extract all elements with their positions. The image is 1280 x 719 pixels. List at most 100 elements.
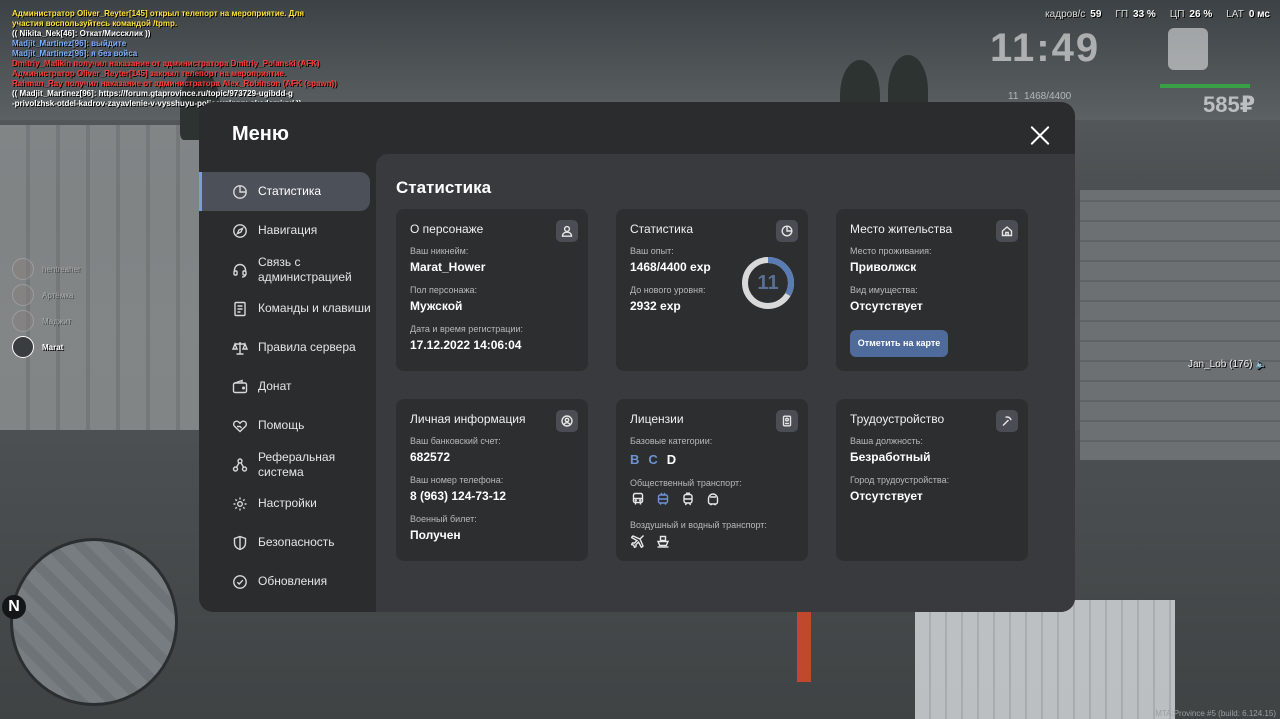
pickaxe-icon (996, 410, 1018, 432)
mark-on-map-button[interactable]: Отметить на карте (850, 330, 948, 357)
voice-name: hentreaher (42, 264, 81, 274)
license-category: B (630, 452, 640, 467)
sidebar-item-rules[interactable]: Правила сервера (199, 328, 375, 367)
compass-icon (232, 223, 248, 239)
personal-info-card: Личная информация Ваш банковский счет: 6… (396, 399, 588, 561)
sidebar-item-statistics[interactable]: Статистика (199, 172, 370, 211)
chat-line: (( Madjit_Martinez[96]: https://forum.gt… (12, 89, 293, 98)
document-icon (232, 301, 248, 317)
air-water-label: Воздушный и водный транспорт: (630, 520, 767, 530)
card-title: Место жительства (850, 222, 953, 236)
statistics-card: Статистика Ваш опыт: 1468/4400 exp До но… (616, 209, 808, 371)
sidebar-item-label: Связь с администрацией (258, 254, 352, 284)
voice-list: hentreaher Артёмка Маджит Marat (12, 256, 81, 360)
shield-icon (232, 535, 248, 551)
voice-row: Артёмка (12, 282, 81, 308)
gear-icon (232, 496, 248, 512)
residence-place-field: Место проживания: Приволжск (850, 246, 932, 274)
chat-log: Администратор Oliver_Reyter[145] открыл … (12, 9, 337, 109)
sidebar-item-settings[interactable]: Настройки (199, 484, 375, 523)
card-title: Личная информация (410, 412, 526, 426)
referral-icon (232, 457, 248, 473)
hud-xp: 11 1468/4400 (1008, 91, 1072, 102)
sidebar-item-commands[interactable]: Команды и клавиши (199, 289, 375, 328)
plane-icon (630, 533, 646, 549)
background-building (1080, 190, 1280, 460)
sidebar-item-label: Безопасность (258, 535, 335, 549)
modal-header: Меню (199, 102, 1075, 154)
fps-stat: кадров/с 59 (1045, 9, 1102, 20)
property-field: Вид имущества: Отсутствует (850, 285, 923, 313)
card-title: Лицензии (630, 412, 684, 426)
character-card: О персонаже Ваш никнейм: Marat_Hower Пол… (396, 209, 588, 371)
hud-clock: 11:49 (990, 26, 1101, 70)
home-icon (996, 220, 1018, 242)
user-circle-icon (556, 410, 578, 432)
license-category: C (648, 452, 658, 467)
license-categories: BCD (630, 452, 676, 467)
voice-row: Маджит (12, 308, 81, 334)
sidebar-item-label: Команды и клавиши (258, 301, 371, 315)
gpu-stat: ГП 33 % (1115, 9, 1156, 20)
registration-field: Дата и время регистрации: 17.12.2022 14:… (410, 324, 523, 352)
sidebar-item-label: Обновления (258, 574, 328, 588)
card-title: Трудоустройство (850, 412, 945, 426)
build-info: MTA:Province #5 (build: 6.124.15) (1155, 709, 1276, 718)
sidebar-item-label: Помощь (258, 418, 305, 432)
public-transport-label: Общественный транспорт: (630, 478, 742, 488)
refresh-icon (232, 574, 248, 590)
fist-icon (1168, 28, 1208, 70)
background-building-bottom (915, 600, 1175, 719)
voice-row: Marat (12, 334, 81, 360)
sidebar-item-security[interactable]: Безопасность (199, 523, 375, 562)
chat-line: участия воспользуйтесь командой /tpmp. (12, 19, 178, 28)
sidebar-item-updates[interactable]: Обновления (199, 562, 375, 601)
boat-icon (655, 533, 671, 549)
page-title: Статистика (396, 178, 492, 197)
hud-money: 585₽ (1202, 92, 1255, 117)
cpu-stat: ЦП 26 % (1169, 9, 1213, 20)
avatar (12, 284, 34, 306)
chat-line: (( Nikita_Nek[46]: Откат/Миссклик )) (12, 29, 151, 38)
next-level-field: До нового уровня: 2932 exp (630, 285, 706, 313)
sidebar-item-admin-contact[interactable]: Связь с администрацией (199, 250, 375, 289)
minimap[interactable] (10, 538, 178, 706)
menu-sidebar: Статистика Навигация Связь с администрацие… (199, 172, 375, 601)
exp-field: Ваш опыт: 1468/4400 exp (630, 246, 711, 274)
sidebar-item-label: Статистика (258, 184, 322, 198)
headset-icon (232, 262, 248, 278)
sidebar-item-label: Донат (258, 379, 292, 393)
military-id-field: Военный билет: Получен (410, 514, 477, 542)
pie-chart-icon (232, 184, 248, 200)
close-button[interactable] (1028, 124, 1052, 148)
performance-stats: кадров/с 59 ГП 33 % ЦП 26 % LAT 0 мс (1045, 9, 1270, 20)
sidebar-item-label: Реферальная система (258, 449, 336, 479)
sidebar-item-label: Правила сервера (258, 340, 356, 354)
voice-name: Marat (42, 342, 64, 352)
sidebar-item-referral[interactable]: Реферальная система (199, 445, 375, 484)
sidebar-item-donate[interactable]: Донат (199, 367, 375, 406)
user-icon (556, 220, 578, 242)
compass-north-icon: N (2, 595, 26, 619)
card-title: Статистика (630, 222, 694, 236)
menu-modal: Меню Статистика Навигация Связь с админист… (199, 102, 1075, 612)
nickname-field: Ваш никнейм: Marat_Hower (410, 246, 486, 274)
sidebar-item-label: Навигация (258, 223, 318, 237)
sidebar-item-navigation[interactable]: Навигация (199, 211, 375, 250)
public-transport-licenses (630, 491, 721, 507)
scales-icon (232, 340, 248, 356)
tram-icon (680, 491, 696, 507)
avatar (12, 258, 34, 280)
level-number: 11 (757, 272, 779, 294)
heart-hands-icon (232, 418, 248, 434)
base-categories-label: Базовые категории: (630, 436, 713, 446)
chat-line: Администратор Oliver_Reyter[145] открыл … (12, 9, 305, 18)
position-field: Ваша должность: Безработный (850, 436, 931, 464)
metro-icon (705, 491, 721, 507)
latency-stat: LAT 0 мс (1226, 9, 1270, 20)
license-category: D (666, 452, 677, 467)
pie-chart-icon (776, 220, 798, 242)
sidebar-item-help[interactable]: Помощь (199, 406, 375, 445)
gender-field: Пол персонажа: Мужской (410, 285, 478, 313)
license-icon (776, 410, 798, 432)
